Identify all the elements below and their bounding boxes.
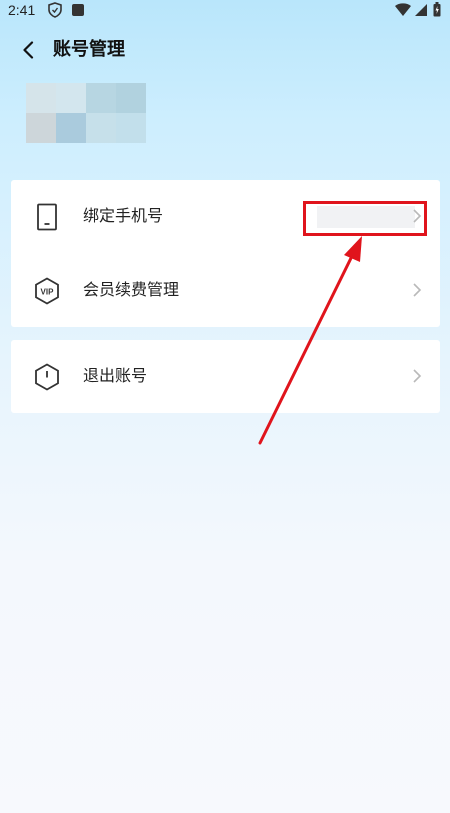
vip-renewal-row[interactable]: VIP 会员续费管理: [11, 254, 440, 327]
notification-square-icon: [71, 2, 85, 21]
vip-renewal-label: 会员续费管理: [83, 280, 180, 299]
logout-label: 退出账号: [83, 366, 148, 385]
back-button[interactable]: [14, 36, 42, 64]
battery-icon: [433, 2, 441, 21]
phone-icon: [33, 203, 61, 231]
logout-card: 退出账号: [11, 340, 440, 413]
avatar[interactable]: [26, 83, 146, 143]
page-title: 账号管理: [53, 39, 125, 60]
wifi-icon: [394, 2, 412, 21]
logout-row[interactable]: 退出账号: [11, 340, 440, 413]
chevron-right-icon: [412, 282, 422, 298]
bind-phone-label: 绑定手机号: [83, 206, 164, 225]
chevron-left-icon: [23, 41, 34, 59]
power-icon: [33, 363, 61, 391]
svg-text:VIP: VIP: [41, 288, 55, 297]
status-bar: 2:41: [0, 0, 450, 20]
chevron-right-icon: [412, 368, 422, 384]
header: 账号管理: [0, 30, 450, 70]
status-time: 2:41: [8, 2, 36, 18]
signal-icon: [414, 2, 428, 21]
shield-icon: [48, 2, 62, 22]
annotation-highlight-box: [303, 201, 427, 236]
vip-icon: VIP: [33, 277, 61, 305]
